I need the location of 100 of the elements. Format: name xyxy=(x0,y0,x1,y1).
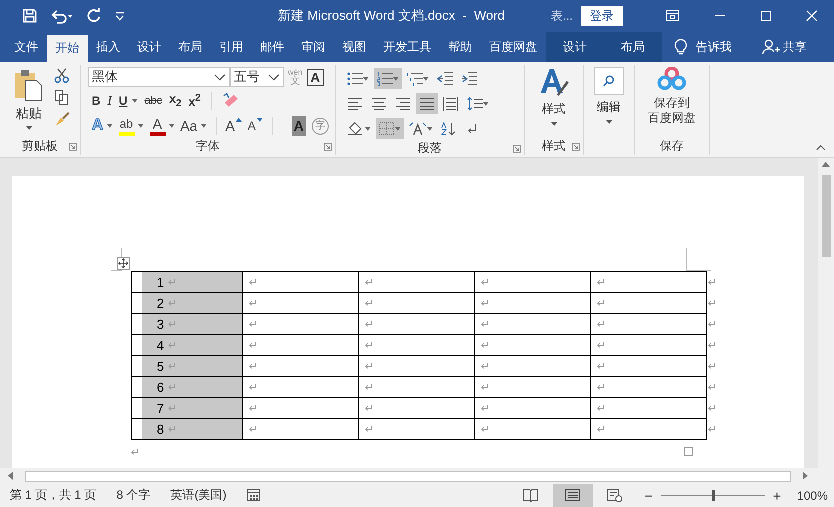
brush-icon[interactable] xyxy=(54,112,70,128)
format-button[interactable]: I xyxy=(108,93,112,109)
caret-icon xyxy=(483,102,489,106)
page-count[interactable]: 第 1 页，共 1 页 xyxy=(10,487,97,504)
ribbon-tab[interactable]: 开发工具 xyxy=(375,32,440,62)
justify-button[interactable] xyxy=(416,93,438,114)
row-end-mark: ↵ xyxy=(708,298,718,310)
font-color-button[interactable]: A xyxy=(150,116,166,136)
caret-icon[interactable] xyxy=(168,124,174,128)
zoom-slider-thumb[interactable] xyxy=(712,490,716,501)
zoom-in-button[interactable]: + xyxy=(773,488,782,504)
ribbon-tab[interactable]: 审阅 xyxy=(293,32,334,62)
scroll-right-icon[interactable] xyxy=(803,472,808,480)
caret-icon[interactable] xyxy=(138,124,144,128)
character-shading-button[interactable]: A xyxy=(292,116,306,136)
tell-me-button[interactable]: 告诉我 xyxy=(696,38,732,56)
zoom-level[interactable]: 100% xyxy=(797,488,828,502)
zoom-out-button[interactable]: − xyxy=(644,488,654,504)
format-button[interactable]: B xyxy=(92,94,101,108)
paragraph-mark: ↵ xyxy=(597,382,606,394)
scissors-icon[interactable] xyxy=(54,68,70,84)
paragraph-mark: ↵ xyxy=(365,277,374,289)
caret-icon[interactable] xyxy=(114,10,126,22)
launcher-icon[interactable] xyxy=(572,143,580,151)
bullet-list-icon xyxy=(347,72,363,86)
horizontal-scrollbar[interactable] xyxy=(0,468,834,484)
ribbon-tab[interactable]: 百度网盘 xyxy=(481,32,546,62)
paste-button[interactable]: 粘贴 xyxy=(14,68,44,130)
format-button[interactable]: x$^{2}$ xyxy=(188,93,201,109)
launcher-icon[interactable] xyxy=(69,143,77,151)
vertical-scrollbar[interactable] xyxy=(818,158,834,468)
window-title: 新建 Microsoft Word 文档.docx - Word xyxy=(276,7,506,25)
ribbon-tab[interactable]: 布局 xyxy=(604,32,662,62)
ribbon-tab[interactable]: 插入 xyxy=(88,32,129,62)
ribbon-tab[interactable]: 布局 xyxy=(170,32,211,62)
paragraph-mark: ↵ xyxy=(481,403,490,415)
person-add-icon[interactable] xyxy=(762,39,780,55)
share-button[interactable]: 共享 xyxy=(783,38,807,56)
launcher-icon[interactable] xyxy=(513,145,521,153)
row-end-mark: ↵ xyxy=(708,361,718,373)
login-button[interactable]: 登录 xyxy=(581,6,623,26)
ribbon-tab[interactable]: 设计 xyxy=(546,32,604,62)
paragraph-mark: ↵ xyxy=(597,277,606,289)
context-label: 表... xyxy=(550,8,573,24)
ribbon-tab[interactable]: 邮件 xyxy=(252,32,293,62)
ribbon-tab[interactable]: 设计 xyxy=(129,32,170,62)
ribbon-tab[interactable]: 视图 xyxy=(334,32,375,62)
highlight-button[interactable]: ab xyxy=(118,116,135,136)
launcher-icon[interactable] xyxy=(324,143,332,151)
character-border-button[interactable]: A xyxy=(306,68,324,86)
scroll-thumb[interactable] xyxy=(25,470,791,482)
paragraph-mark: ↵ xyxy=(365,319,374,331)
maximize-icon[interactable] xyxy=(760,10,772,22)
close-icon[interactable] xyxy=(806,10,818,22)
ribbon-tab[interactable]: 引用 xyxy=(211,32,252,62)
collapse-ribbon-icon[interactable] xyxy=(816,145,826,151)
format-button[interactable]: U xyxy=(119,94,128,108)
scroll-thumb[interactable] xyxy=(822,175,830,257)
redo-icon[interactable] xyxy=(86,8,102,24)
caret-icon[interactable] xyxy=(106,124,113,128)
format-button[interactable]: x$_{2}$ xyxy=(169,92,182,110)
paragraph-mark: ↵ xyxy=(168,296,178,310)
paragraph-mark: ↵ xyxy=(481,382,490,394)
line-spacing-icon xyxy=(467,96,483,110)
save-icon[interactable] xyxy=(22,8,38,24)
ribbon-tab[interactable]: 文件 xyxy=(6,32,47,62)
ribbon-tab[interactable]: 帮助 xyxy=(440,32,481,62)
ribbon-tab[interactable]: 开始 xyxy=(47,35,88,62)
undo-icon[interactable] xyxy=(50,8,74,24)
macro-icon[interactable] xyxy=(246,489,261,502)
copy-icon[interactable] xyxy=(54,90,70,106)
font-size-field[interactable]: 五号 xyxy=(230,67,284,87)
table-resize-handle[interactable] xyxy=(684,447,693,456)
print-view-button[interactable] xyxy=(552,484,593,507)
change-case-button[interactable]: Aa xyxy=(180,118,198,134)
shrink-font-button[interactable]: A xyxy=(248,118,263,134)
format-button[interactable]: abc xyxy=(144,95,162,107)
sort-icon xyxy=(441,122,457,136)
scroll-up-icon[interactable] xyxy=(822,162,830,167)
eraser-icon[interactable] xyxy=(222,93,240,109)
table-move-handle-icon[interactable] xyxy=(117,257,130,270)
caret-icon[interactable] xyxy=(132,99,138,103)
crop-mark xyxy=(686,248,711,271)
lightbulb-icon[interactable] xyxy=(674,38,688,56)
scroll-left-icon[interactable] xyxy=(8,472,13,480)
paragraph-mark: ↵ xyxy=(168,276,178,288)
multilevel-list-icon xyxy=(407,72,423,86)
numbering-button[interactable] xyxy=(374,68,402,89)
styles-button[interactable]: 样式 xyxy=(539,67,569,137)
font-name-field[interactable]: 黑体 xyxy=(88,67,230,87)
grow-font-button[interactable]: A xyxy=(226,118,242,134)
editing-button[interactable]: 编辑 xyxy=(594,67,624,137)
paragraph-mark: ↵ xyxy=(481,277,490,289)
word-count[interactable]: 8 个字 xyxy=(116,487,151,504)
text-layout-icon xyxy=(409,122,427,136)
language-indicator[interactable]: 英语(美国) xyxy=(170,487,227,504)
caret-icon[interactable] xyxy=(200,124,207,128)
paragraph-mark: ↵ xyxy=(597,361,606,373)
ribbon-display-icon[interactable] xyxy=(666,10,680,22)
save-to-cloud-button[interactable]: 保存到 百度网盘 xyxy=(648,67,696,137)
